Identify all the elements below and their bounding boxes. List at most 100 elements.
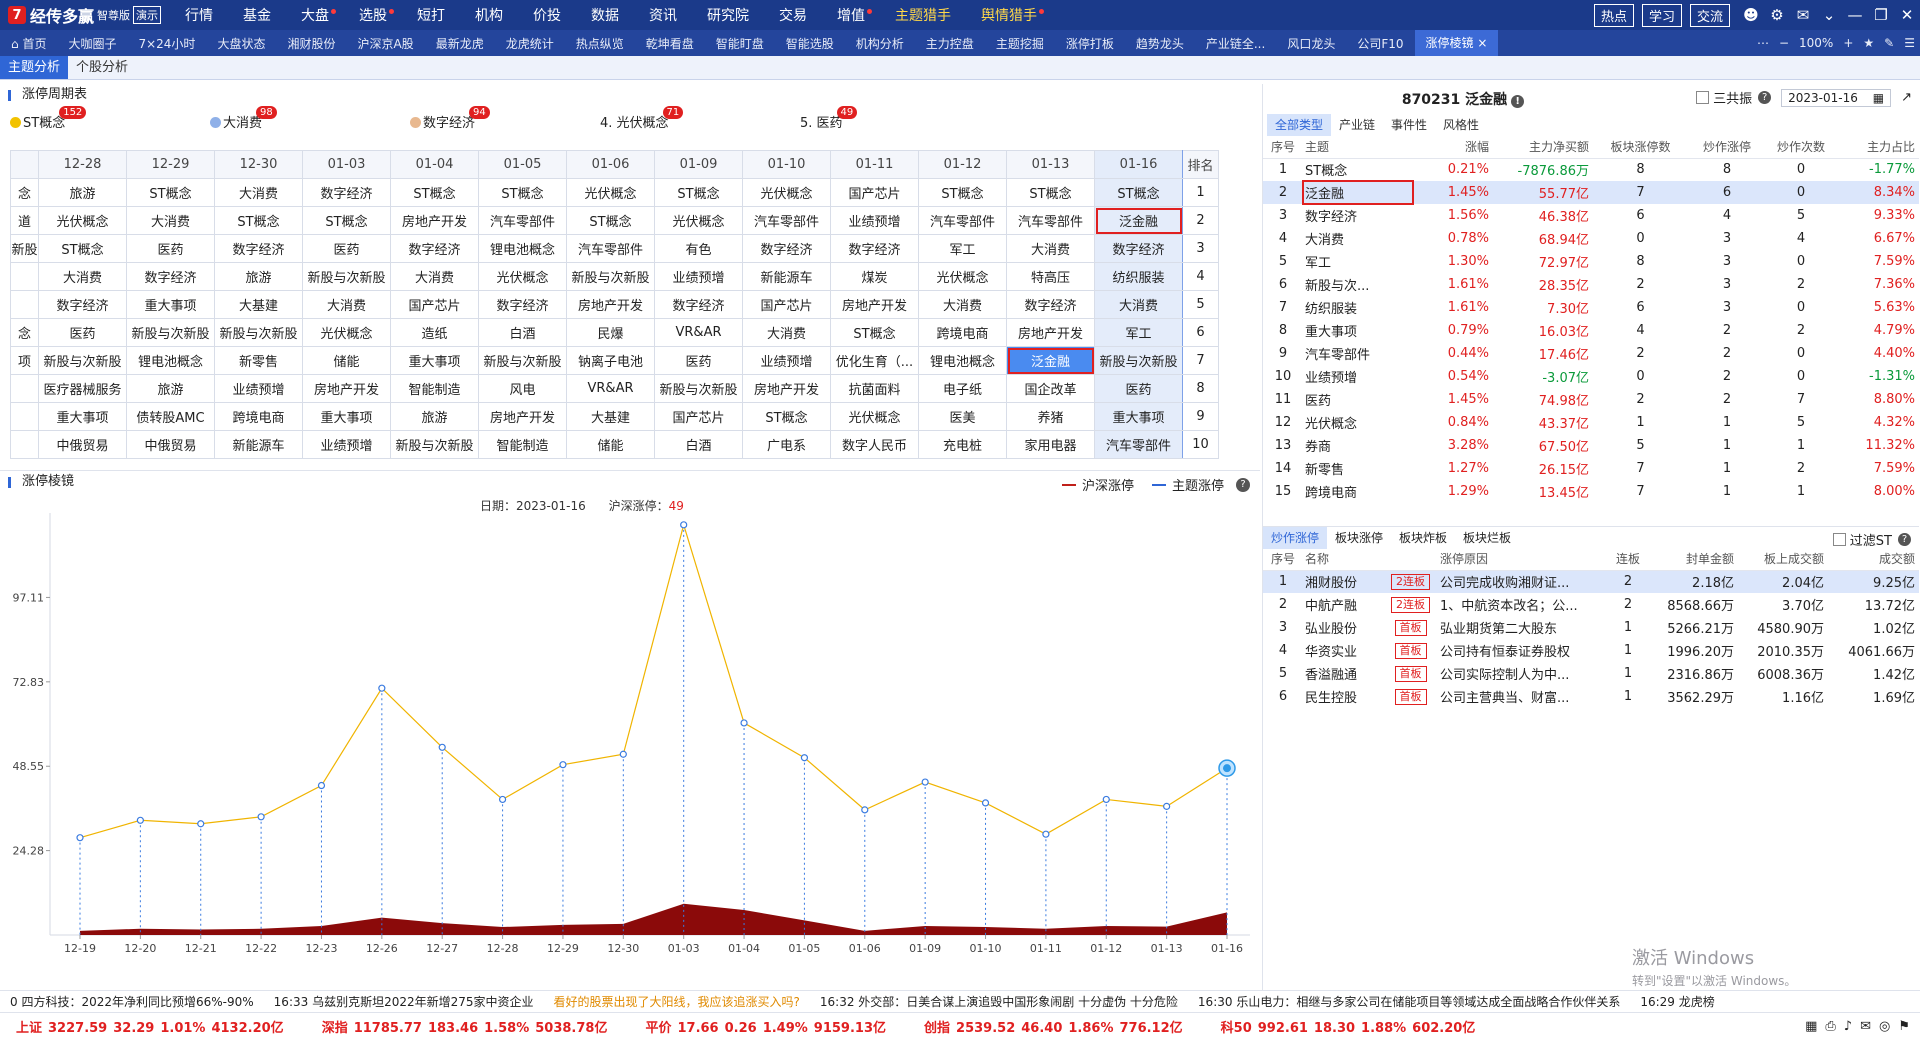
cycle-cell[interactable]: 汽车零部件 xyxy=(566,234,655,263)
cycle-cell[interactable]: 民爆 xyxy=(566,318,655,347)
help-icon[interactable]: ? xyxy=(1758,91,1772,104)
legend-item-market[interactable]: 沪深涨停 xyxy=(1061,475,1134,494)
column-header[interactable]: 封单金额 xyxy=(1648,548,1738,571)
cycle-cell[interactable]: 重大事项 xyxy=(38,402,127,431)
cycle-cell[interactable]: ST概念 xyxy=(1006,178,1095,207)
market-point[interactable] xyxy=(740,719,748,727)
calculator-icon[interactable]: ▦ xyxy=(1801,1019,1821,1034)
stock-row[interactable]: 4 华资实业 首板 公司持有恒泰证券股权 1 1996.20万 2010.35万 4061.6… xyxy=(1263,639,1919,662)
close-icon[interactable]: ✕ xyxy=(1894,6,1920,24)
cycle-cell[interactable]: 跨境电商 xyxy=(918,318,1007,347)
column-header[interactable] xyxy=(1383,548,1438,571)
cycle-cell[interactable]: 汽车零部件 xyxy=(1094,430,1183,459)
cycle-cell[interactable]: 大消费 xyxy=(1006,234,1095,263)
menu-item[interactable]: 选股 xyxy=(344,5,402,25)
cycle-cell[interactable]: 中俄贸易 xyxy=(38,430,127,459)
cycle-cell[interactable]: 汽车零部件 xyxy=(478,206,567,235)
user-icon[interactable]: ☻ xyxy=(1738,6,1764,24)
nav-item[interactable]: 智能选股 xyxy=(775,35,845,52)
cycle-cell[interactable]: 光伏概念 xyxy=(478,262,567,291)
zoom-in-icon[interactable]: + xyxy=(1838,36,1858,50)
date-header[interactable]: 12-29 xyxy=(126,150,215,179)
market-point[interactable] xyxy=(861,806,869,814)
cycle-cell[interactable]: 业绩预增 xyxy=(302,430,391,459)
stock-row[interactable]: 2 中航产融 2连板 1、中航资本改名；公... 2 8568.66万 3.70亿 13.72… xyxy=(1263,593,1919,616)
menu-item[interactable]: 主题猎手 xyxy=(880,5,966,25)
stock-row[interactable]: 6 民生控股 首板 公司主营典当、财富... 1 3562.29万 1.16亿 1.69亿 xyxy=(1263,685,1919,708)
cycle-cell[interactable]: 业绩预增 xyxy=(742,346,831,375)
cycle-cell[interactable]: 重大事项 xyxy=(126,290,215,319)
cycle-cell[interactable]: 锂电池概念 xyxy=(918,346,1007,375)
analysis-tab[interactable]: 个股分析 xyxy=(68,56,136,79)
cycle-cell[interactable]: 业绩预增 xyxy=(214,374,303,403)
cycle-cell[interactable]: 泛金融 xyxy=(1094,206,1183,235)
cycle-cell[interactable]: 数字经济 xyxy=(1094,234,1183,263)
table-row[interactable]: 12 光伏概念 0.84% 43.37亿 1 1 5 4.32% xyxy=(1263,411,1919,434)
filter-st-checkbox[interactable] xyxy=(1832,533,1846,546)
date-header[interactable]: 01-04 xyxy=(390,150,479,179)
cycle-cell[interactable]: 养猪 xyxy=(1006,402,1095,431)
cycle-cell[interactable]: 医药 xyxy=(302,234,391,263)
stock-list-tab[interactable]: 板块涨停 xyxy=(1327,527,1391,549)
cycle-cell[interactable]: 光伏概念 xyxy=(742,178,831,207)
cycle-cell[interactable]: 大基建 xyxy=(566,402,655,431)
detail-type-tab[interactable]: 风格性 xyxy=(1435,114,1487,136)
table-row[interactable]: 1 ST概念 0.21% -7876.86万 8 8 0 -1.77% xyxy=(1263,158,1919,181)
cycle-cell[interactable]: 重大事项 xyxy=(390,346,479,375)
menu-item[interactable]: 行情 xyxy=(170,5,228,25)
table-row[interactable]: 3 数字经济 1.56% 46.38亿 6 4 5 9.33% xyxy=(1263,204,1919,227)
index-item[interactable]: 深指 11785.77 183.46 1.58% 5038.78亿 xyxy=(306,1017,630,1036)
date-header[interactable]: 12-30 xyxy=(214,150,303,179)
cycle-cell[interactable]: ST概念 xyxy=(126,178,215,207)
cycle-cell[interactable]: ST概念 xyxy=(566,206,655,235)
pin-icon[interactable]: ★ xyxy=(1858,36,1879,50)
cycle-cell[interactable]: 重大事项 xyxy=(1094,402,1183,431)
stock-list-tab[interactable]: 炒作涨停 xyxy=(1263,526,1328,549)
table-row[interactable]: 6 新股与次... 1.61% 28.35亿 2 3 2 7.36% xyxy=(1263,273,1919,296)
market-point[interactable] xyxy=(317,781,326,790)
nav-item[interactable]: 最新龙虎 xyxy=(425,35,495,52)
cycle-cell[interactable]: 房地产开发 xyxy=(830,290,919,319)
cycle-cell[interactable]: 业绩预增 xyxy=(654,262,743,291)
nav-item[interactable]: 大咖圈子 xyxy=(57,35,127,52)
market-point[interactable] xyxy=(680,521,688,529)
column-header[interactable]: 名称 xyxy=(1303,548,1383,571)
cycle-cell[interactable]: 造纸 xyxy=(390,318,479,347)
market-point[interactable] xyxy=(257,813,265,821)
cycle-cell[interactable]: 智能制造 xyxy=(390,374,479,403)
cycle-cell[interactable]: 医药 xyxy=(38,318,127,347)
column-header[interactable]: 主力占比 xyxy=(1836,136,1919,159)
nav-item[interactable]: 趋势龙头 xyxy=(1125,35,1195,52)
cycle-cell[interactable]: 有色 xyxy=(654,234,743,263)
cycle-cell[interactable]: 军工 xyxy=(1094,318,1183,347)
ticker-item[interactable]: 16:30 乐山电力：相继与多家公司在储能项目等领域达成全面战略合作伙伴关系 xyxy=(1188,993,1630,1010)
theme-summary-item[interactable]: 数字经济 94 xyxy=(410,106,490,131)
column-header[interactable]: 主力净买额 xyxy=(1493,136,1593,159)
table-row[interactable]: 5 军工 1.30% 72.97亿 8 3 0 7.59% xyxy=(1263,250,1919,273)
column-header[interactable]: 序号 xyxy=(1263,136,1303,159)
cycle-cell[interactable]: 白酒 xyxy=(654,430,743,459)
market-point[interactable] xyxy=(981,799,990,807)
index-item[interactable]: 科50 992.61 18.30 1.88% 602.20亿 xyxy=(1205,1017,1498,1036)
nav-item[interactable]: 7×24小时 xyxy=(127,35,206,52)
column-header[interactable]: 涨幅 xyxy=(1413,136,1493,159)
analysis-tab[interactable]: 主题分析 xyxy=(0,56,69,79)
cycle-cell[interactable]: 电子纸 xyxy=(918,374,1007,403)
cycle-cell[interactable]: 光伏概念 xyxy=(302,318,391,347)
nav-item[interactable]: 风口龙头 xyxy=(1276,35,1346,52)
column-header[interactable]: 涨停原因 xyxy=(1438,548,1608,571)
date-header[interactable]: 01-09 xyxy=(654,150,743,179)
cycle-cell[interactable]: 钠离子电池 xyxy=(566,346,655,375)
cycle-cell[interactable]: 大消费 xyxy=(390,262,479,291)
table-row[interactable]: 7 纺织服装 1.61% 7.30亿 6 3 0 5.63% xyxy=(1263,296,1919,319)
restore-icon[interactable]: ❐ xyxy=(1868,6,1894,24)
ticker-item[interactable]: 16:32 外交部：日美合谋上演追毁中国形象闹剧 十分虚伪 十分危险 xyxy=(810,993,1188,1010)
cycle-cell[interactable]: 抗菌面料 xyxy=(830,374,919,403)
info-icon[interactable]: ! xyxy=(1511,95,1525,108)
cycle-cell[interactable]: ST概念 xyxy=(742,402,831,431)
cycle-cell[interactable]: 风电 xyxy=(478,374,567,403)
date-header[interactable]: 01-12 xyxy=(918,150,1007,179)
cycle-cell[interactable]: 新股与次新股 xyxy=(126,318,215,347)
market-point[interactable] xyxy=(378,684,386,692)
table-row[interactable]: 13 券商 3.28% 67.50亿 5 1 1 11.32% xyxy=(1263,434,1919,457)
